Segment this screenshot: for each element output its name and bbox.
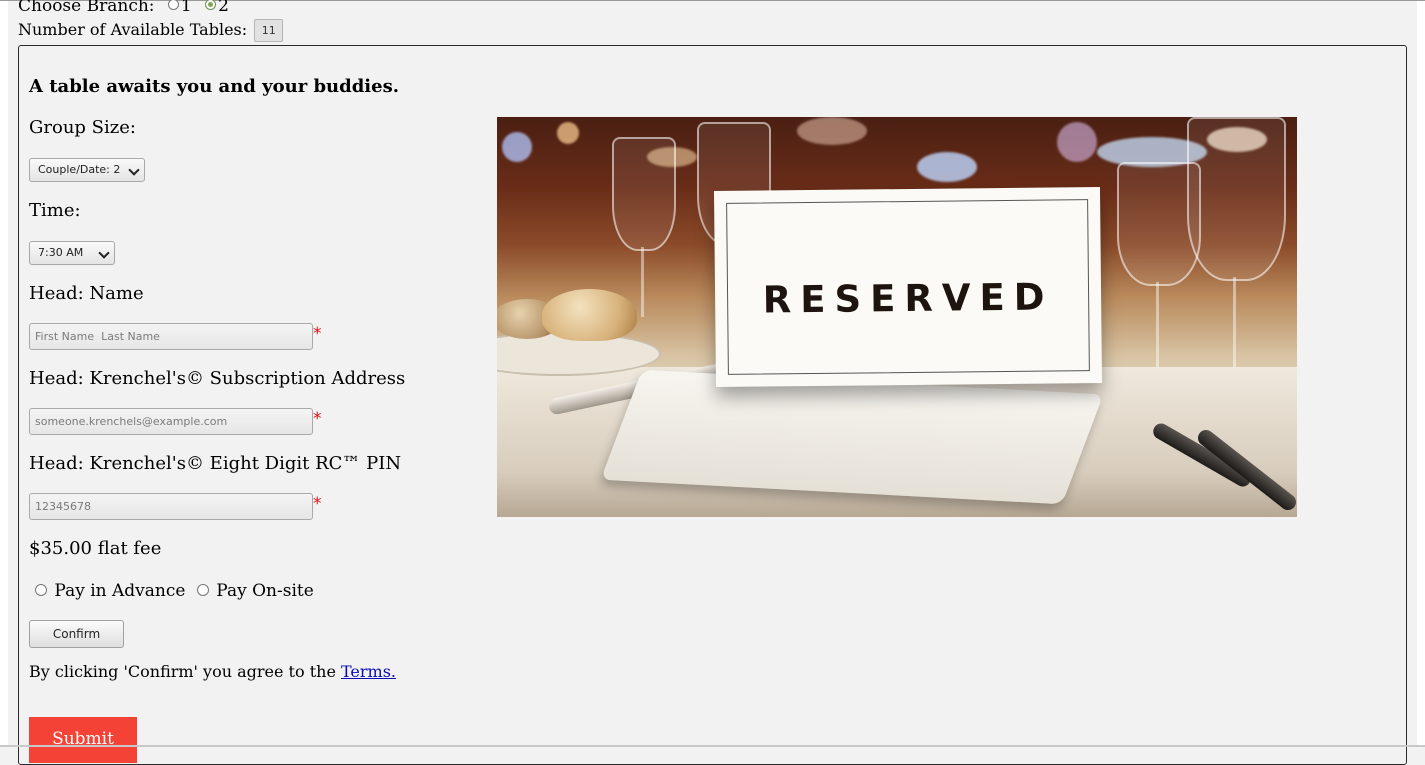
submit-button[interactable]: Submit	[29, 717, 137, 763]
available-tables-label: Number of Available Tables:	[18, 20, 248, 39]
name-input[interactable]	[29, 323, 313, 350]
terms-link[interactable]: Terms.	[341, 662, 396, 681]
branch-option-2[interactable]: 2	[205, 0, 229, 16]
pin-label: Head: Krenchel's© Eight Digit RC™ PIN	[29, 453, 402, 474]
reservation-panel: A table awaits you and your buddies. Gro…	[18, 45, 1407, 765]
pin-input[interactable]	[29, 493, 313, 520]
reserved-table-photo: RESERVED	[497, 117, 1297, 517]
fee-text: $35.00 flat fee	[29, 538, 162, 559]
page-margin-right	[1417, 0, 1425, 747]
address-input[interactable]	[29, 408, 313, 435]
confirm-button[interactable]: Confirm	[29, 620, 124, 648]
reserved-card: RESERVED	[713, 186, 1103, 388]
branch-1-radio[interactable]	[167, 0, 179, 10]
name-label: Head: Name	[29, 283, 144, 304]
chevron-down-icon	[98, 247, 110, 259]
pay-advance-label[interactable]: Pay in Advance	[54, 581, 185, 601]
time-label: Time:	[29, 200, 81, 221]
time-select[interactable]: 7:30 AM	[29, 241, 115, 265]
terms-notice: By clicking 'Confirm' you agree to the T…	[29, 662, 396, 681]
reservation-heading: A table awaits you and your buddies.	[29, 76, 399, 97]
group-size-select[interactable]: Couple/Date: 2	[29, 158, 145, 182]
branch-label: Choose Branch:	[18, 0, 155, 16]
pin-required-marker: *	[313, 494, 322, 514]
address-required-marker: *	[313, 409, 322, 429]
pay-onsite-label[interactable]: Pay On-site	[216, 581, 314, 601]
branch-selector: Choose Branch: 1 2	[18, 0, 229, 17]
terms-text: By clicking 'Confirm' you agree to the	[29, 662, 341, 681]
branch-option-1[interactable]: 1	[167, 0, 197, 16]
payment-options: Pay in Advance Pay On-site	[35, 581, 314, 601]
branch-2-label: 2	[218, 0, 229, 16]
page-margin-left	[0, 0, 8, 747]
available-tables: Number of Available Tables: 11	[18, 19, 284, 42]
address-label: Head: Krenchel's© Subscription Address	[29, 368, 406, 389]
time-value: 7:30 AM	[38, 246, 84, 259]
group-size-label: Group Size:	[29, 117, 136, 138]
group-size-value: Couple/Date: 2	[38, 163, 121, 176]
pay-advance-radio[interactable]	[35, 584, 47, 596]
available-tables-count: 11	[254, 19, 284, 42]
name-required-marker: *	[313, 324, 322, 344]
branch-2-radio[interactable]	[205, 0, 217, 10]
pay-onsite-radio[interactable]	[196, 584, 209, 596]
chevron-down-icon	[128, 164, 140, 176]
branch-1-label: 1	[180, 0, 192, 16]
reserved-card-text: RESERVED	[762, 275, 1054, 322]
